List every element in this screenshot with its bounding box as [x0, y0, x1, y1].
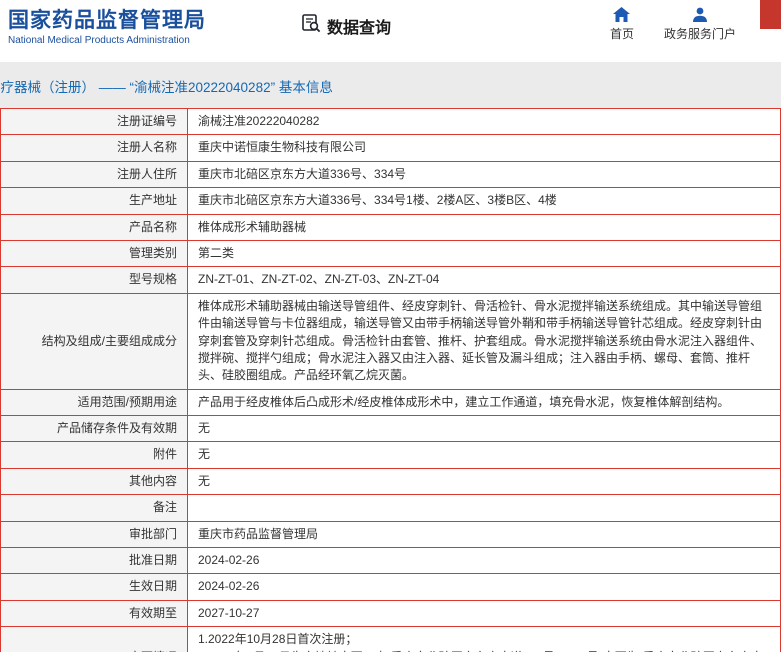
- row-label: 注册证编号: [0, 107, 188, 136]
- row-value: 椎体成形术辅助器械: [187, 213, 781, 241]
- row-value: ZN-ZT-01、ZN-ZT-02、ZN-ZT-03、ZN-ZT-04: [187, 266, 781, 294]
- table-row: 注册人住所 重庆市北碚区京东方大道336号、334号: [0, 160, 781, 189]
- row-label: 生效日期: [0, 573, 188, 601]
- row-value: 重庆市北碚区京东方大道336号、334号: [187, 160, 781, 189]
- data-query-section: 数据查询: [301, 13, 391, 38]
- row-value: 无: [187, 467, 781, 496]
- table-row: 结构及组成/主要组成成分 椎体成形术辅助器械由输送导管组件、经皮穿刺针、骨活检针、…: [0, 292, 781, 390]
- row-value: 重庆市药品监督管理局: [187, 520, 781, 549]
- table-row: 批准日期 2024-02-26: [0, 547, 781, 575]
- table-row: 有效期至 2027-10-27: [0, 599, 781, 628]
- row-label: 附件: [0, 441, 188, 469]
- registration-info-table: 注册证编号 渝械注准20222040282 注册人名称 重庆中诺恒康生物科技有限公司注…: [0, 107, 781, 652]
- row-label: 批准日期: [0, 547, 188, 575]
- nav-home-label: 首页: [609, 27, 634, 41]
- main-content: 医疗器械（注册） —— “渝械注准20222040282” 基本信息 注册证编号…: [0, 62, 781, 652]
- table-row: 生效日期 2024-02-26: [0, 573, 781, 601]
- data-query-icon: [301, 13, 321, 38]
- table-row: 产品名称 椎体成形术辅助器械: [0, 213, 781, 241]
- table-row: 备注: [0, 494, 781, 522]
- row-value: 2027-10-27: [187, 599, 781, 628]
- row-value: 产品用于经皮椎体后凸成形术/经皮椎体成形术中，建立工作通道，填充骨水泥，恢复椎体…: [187, 388, 781, 417]
- row-label: 结构及组成/主要组成成分: [0, 292, 188, 390]
- row-label: 管理类别: [0, 239, 188, 268]
- table-row: 注册人名称 重庆中诺恒康生物科技有限公司: [0, 134, 781, 162]
- row-label: 产品名称: [0, 213, 188, 241]
- data-query-title: 数据查询: [327, 19, 392, 37]
- row-value: 重庆中诺恒康生物科技有限公司: [187, 134, 781, 162]
- nav-home[interactable]: 首页: [610, 7, 634, 42]
- nav-portal-label: 政务服务门户: [663, 27, 736, 41]
- row-label: 备注: [0, 494, 188, 522]
- table-row: 管理类别 第二类: [0, 239, 781, 268]
- row-value: 渝械注准20222040282: [187, 107, 781, 136]
- row-label: 注册人住所: [0, 160, 188, 189]
- row-value: 2024-02-26: [187, 573, 781, 601]
- row-label: 注册人名称: [0, 134, 188, 162]
- table-row: 变更情况1.2022年10月28日首次注册； 2.2024年2月26日生产地址变…: [0, 626, 781, 652]
- org-name-cn: 国家药品监督管理局: [8, 9, 206, 32]
- row-label: 产品储存条件及有效期: [0, 415, 188, 443]
- table-row: 产品储存条件及有效期无: [0, 415, 781, 443]
- page-title: 医疗器械（注册） —— “渝械注准20222040282” 基本信息: [0, 80, 333, 95]
- row-value: 无: [187, 415, 781, 443]
- table-row: 附件无: [0, 441, 781, 469]
- table-row: 审批部门 重庆市药品监督管理局: [0, 520, 781, 549]
- row-value: 第二类: [187, 239, 781, 268]
- row-label: 变更情况: [0, 626, 188, 652]
- user-icon: [692, 7, 708, 22]
- row-label: 型号规格: [0, 266, 188, 294]
- header-nav: 首页 政务服务门户: [610, 0, 781, 42]
- row-value: 1.2022年10月28日首次注册； 2.2024年2月26日生产地址变更：由“…: [187, 626, 781, 652]
- row-label: 适用范围/预期用途: [0, 388, 188, 417]
- row-label: 有效期至: [0, 599, 188, 628]
- row-value: [187, 494, 781, 522]
- table-row: 型号规格 ZN-ZT-01、ZN-ZT-02、ZN-ZT-03、ZN-ZT-04: [0, 266, 781, 294]
- row-value: 无: [187, 441, 781, 469]
- corner-accent-button[interactable]: [760, 0, 781, 29]
- row-label: 生产地址: [0, 187, 188, 215]
- nav-portal[interactable]: 政务服务门户: [664, 7, 736, 42]
- row-value: 椎体成形术辅助器械由输送导管组件、经皮穿刺针、骨活检针、骨水泥搅拌输送系统组成。…: [187, 292, 781, 390]
- table-row: 适用范围/预期用途 产品用于经皮椎体后凸成形术/经皮椎体成形术中，建立工作通道，填…: [0, 388, 781, 417]
- row-label: 其他内容: [0, 467, 188, 496]
- site-header: 国家药品监督管理局 National Medical Products Admi…: [0, 0, 781, 62]
- row-value: 2024-02-26: [187, 547, 781, 575]
- row-label: 审批部门: [0, 520, 188, 549]
- org-name-en: National Medical Products Administration: [8, 35, 190, 47]
- table-row: 注册证编号 渝械注准20222040282: [0, 107, 781, 136]
- row-value: 重庆市北碚区京东方大道336号、334号1楼、2楼A区、3楼B区、4楼: [187, 187, 781, 215]
- table-row: 生产地址 重庆市北碚区京东方大道336号、334号1楼、2楼A区、3楼B区、4楼: [0, 187, 781, 215]
- home-icon: [613, 7, 631, 22]
- nmpa-logo: 国家药品监督管理局 National Medical Products Admi…: [0, 0, 206, 46]
- table-row: 其他内容无: [0, 467, 781, 496]
